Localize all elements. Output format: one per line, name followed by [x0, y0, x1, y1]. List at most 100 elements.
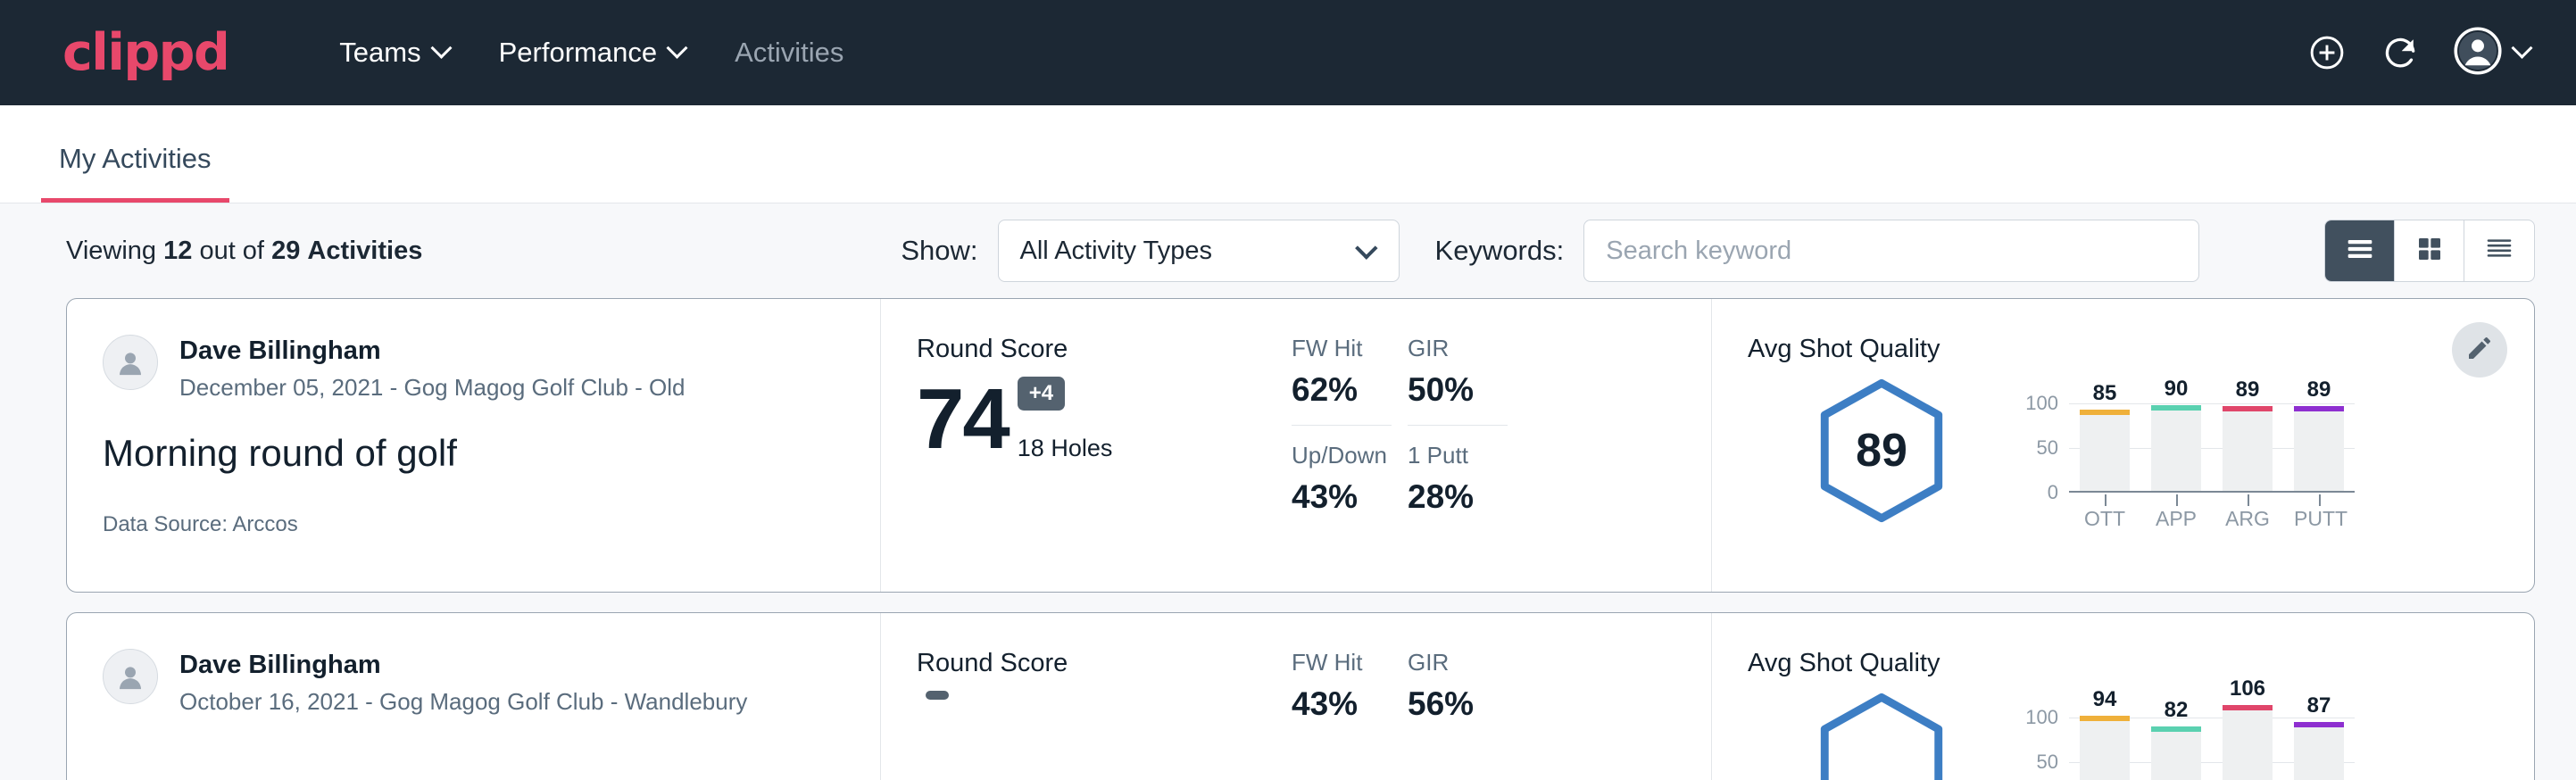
- refresh-icon[interactable]: [2381, 33, 2420, 72]
- view-mode-grid-button[interactable]: [2395, 220, 2464, 281]
- round-score-column: Round Score 74 +4 18 Holes: [881, 299, 1292, 592]
- activity-card[interactable]: Dave Billingham October 16, 2021 - Gog M…: [66, 612, 2535, 780]
- chart-y-tick-label: 100: [2025, 706, 2058, 729]
- account-circle-icon: [2454, 27, 2502, 79]
- stat-value: 43%: [1292, 685, 1381, 723]
- chevron-down-icon: [2511, 37, 2532, 58]
- tab-bar: My Activities: [0, 105, 2576, 203]
- quality-score: [1815, 691, 1949, 780]
- chart-bar: [2151, 732, 2201, 780]
- pencil-icon: [2465, 334, 2494, 367]
- shot-quality-bar-chart: 05010085908989OTTAPPARGPUTT: [2015, 380, 2355, 541]
- nav-item-activities-label: Activities: [735, 37, 843, 69]
- filter-bar: Viewing 12 out of 29 Activities Show: Al…: [0, 203, 2576, 298]
- activity-title: Morning round of golf: [103, 432, 844, 475]
- chart-bar: [2294, 411, 2344, 491]
- chart-x-tick-label: APP: [2151, 507, 2201, 531]
- chart-bar-value-label: 89: [2294, 378, 2344, 402]
- chart-y-tick-label: 100: [2025, 392, 2058, 415]
- chart-bar-cap: [2151, 726, 2201, 732]
- chart-bar-value-label: 89: [2223, 378, 2273, 402]
- viewing-prefix: Viewing: [66, 236, 156, 265]
- avatar-menu[interactable]: [2454, 27, 2530, 79]
- chart-bars: 85908989: [2069, 394, 2355, 491]
- activity-info-column: Dave Billingham October 16, 2021 - Gog M…: [67, 613, 881, 780]
- activity-meta: October 16, 2021 - Gog Magog Golf Club -…: [179, 688, 747, 716]
- chart-tick-mark: [2105, 494, 2107, 506]
- stat-value: 43%: [1292, 478, 1381, 516]
- activity-author: Dave Billingham October 16, 2021 - Gog M…: [103, 649, 844, 716]
- stat-label: FW Hit: [1292, 649, 1381, 676]
- avg-shot-quality-column: Avg Shot Quality 89 05010085908989OTTAPP…: [1711, 299, 2534, 592]
- avg-shot-quality-column: Avg Shot Quality 050100948210687OTTAPPAR…: [1711, 613, 2534, 780]
- avatar: [103, 335, 158, 390]
- plus-circle-icon[interactable]: [2307, 33, 2347, 72]
- chart-y-tick-label: 50: [2037, 751, 2058, 774]
- avatar: [103, 649, 158, 704]
- round-stats-column: FW Hit 62% Up/Down 43% GIR 50% 1 Putt 28…: [1292, 299, 1711, 592]
- chart-bar: [2080, 415, 2130, 491]
- chart-bar-cap: [2080, 410, 2130, 415]
- activity-author: Dave Billingham December 05, 2021 - Gog …: [103, 335, 844, 402]
- round-stats-column: FW Hit 43% GIR 56%: [1292, 613, 1711, 780]
- chart-bar-value-label: 94: [2080, 687, 2130, 712]
- chart-bar-group: 106: [2223, 709, 2273, 780]
- chart-bar-group: 89: [2223, 394, 2273, 491]
- chart-bar-group: 87: [2294, 709, 2344, 780]
- nav-item-performance[interactable]: Performance: [474, 28, 710, 78]
- shot-quality-bar-chart: 050100948210687OTTAPPARGPUTT: [2015, 694, 2355, 780]
- round-score-label: Round Score: [917, 335, 1292, 364]
- quality-hexagon: [1748, 678, 2015, 780]
- nav-item-activities[interactable]: Activities: [710, 28, 868, 78]
- divider: [1292, 425, 1392, 426]
- chart-bar-cap: [2294, 722, 2344, 727]
- round-score-value-row: 74 +4 18 Holes: [917, 377, 1292, 462]
- stat-label: Up/Down: [1292, 442, 1381, 469]
- chart-bar-value-label: 82: [2151, 698, 2201, 723]
- chart-plot-area: 050100948210687: [2069, 709, 2355, 780]
- chart-tick-mark: [2248, 494, 2249, 506]
- stat-fw-hit: FW Hit 43%: [1292, 649, 1381, 723]
- chart-bars: 948210687: [2069, 709, 2355, 780]
- chart-x-tick-label: OTT: [2080, 507, 2130, 531]
- chart-plot-area: 05010085908989: [2069, 394, 2355, 493]
- divider: [1408, 425, 1508, 426]
- stat-value: 50%: [1408, 371, 1497, 409]
- show-label: Show:: [901, 235, 977, 267]
- view-mode-list-button[interactable]: [2325, 220, 2395, 281]
- viewing-count: 12: [163, 236, 192, 265]
- chart-x-tick-label: ARG: [2223, 507, 2273, 531]
- app-logo[interactable]: clippd: [62, 28, 229, 79]
- main-nav: Teams Performance Activities: [314, 28, 868, 78]
- stat-label: 1 Putt: [1408, 442, 1497, 469]
- view-mode-compact-button[interactable]: [2464, 220, 2534, 281]
- activity-card-list: Dave Billingham December 05, 2021 - Gog …: [0, 298, 2576, 780]
- chart-bar: [2151, 411, 2201, 491]
- chart-y-tick-label: 0: [2048, 481, 2058, 504]
- chart-bar-value-label: 85: [2080, 381, 2130, 406]
- chart-tick-mark: [2319, 494, 2321, 506]
- stat-value: 56%: [1408, 685, 1497, 723]
- activity-meta: December 05, 2021 - Gog Magog Golf Club …: [179, 374, 686, 402]
- tab-my-activities[interactable]: My Activities: [41, 143, 229, 203]
- chart-bar-group: 85: [2080, 394, 2130, 491]
- activity-card[interactable]: Dave Billingham December 05, 2021 - Gog …: [66, 298, 2535, 593]
- compact-list-icon: [2483, 235, 2515, 268]
- round-score-column: Round Score: [881, 613, 1292, 780]
- holes-played: 18 Holes: [1018, 435, 1113, 462]
- activity-type-select[interactable]: All Activity Types: [998, 220, 1400, 282]
- stat-gir: GIR 56%: [1408, 649, 1497, 723]
- search-input[interactable]: [1583, 220, 2199, 282]
- quality-score: 89: [1815, 377, 1949, 525]
- chart-bar-group: 90: [2151, 394, 2201, 491]
- chart-x-axis: [2069, 491, 2355, 493]
- chevron-down-icon: [430, 37, 452, 58]
- chart-bar-value-label: 90: [2151, 377, 2201, 402]
- nav-item-teams[interactable]: Teams: [314, 28, 473, 78]
- nav-item-performance-label: Performance: [499, 37, 657, 69]
- player-name: Dave Billingham: [179, 335, 686, 367]
- viewing-count-text: Viewing 12 out of 29 Activities: [66, 236, 422, 266]
- activity-info-column: Dave Billingham December 05, 2021 - Gog …: [67, 299, 881, 592]
- edit-activity-button[interactable]: [2452, 322, 2507, 378]
- stat-gir: GIR 50%: [1408, 335, 1497, 409]
